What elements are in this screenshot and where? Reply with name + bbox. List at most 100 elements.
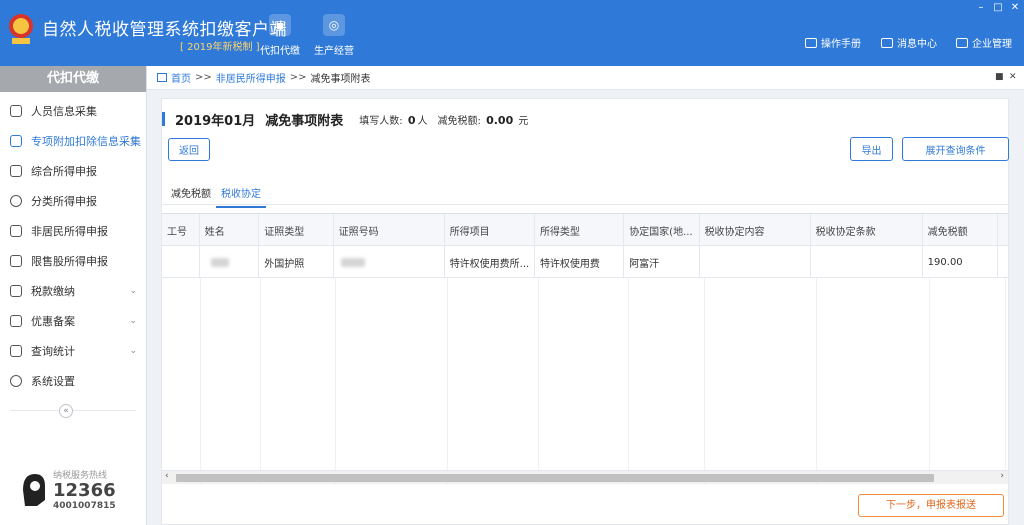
sidebar-item-tax-payment[interactable]: 税款缴纳 ⌄ bbox=[0, 276, 146, 306]
sidebar-item-restricted-shares[interactable]: 限售股所得申报 bbox=[0, 246, 146, 276]
sidebar-item-person-info[interactable]: 人员信息采集 bbox=[0, 96, 146, 126]
sidebar-divider bbox=[10, 410, 136, 411]
col-name: 姓名 bbox=[200, 214, 260, 246]
tax-reduction-unit: 元 bbox=[518, 115, 529, 127]
column-line bbox=[929, 278, 930, 485]
breadcrumb-separator: >> bbox=[289, 72, 307, 83]
col-id-type: 证照类型 bbox=[259, 214, 334, 246]
horizontal-scrollbar[interactable]: ‹ › bbox=[162, 470, 1008, 484]
search-list-icon bbox=[10, 345, 22, 357]
building-icon bbox=[956, 37, 968, 48]
col-income-type: 所得类型 bbox=[535, 214, 625, 246]
breadcrumb-home[interactable]: 首页 bbox=[171, 70, 191, 85]
fill-count-label: 填写人数: bbox=[359, 115, 403, 127]
nav-business-label: 生产经营 bbox=[314, 46, 354, 57]
col-treaty-country: 协定国家(地... bbox=[624, 214, 700, 246]
column-line bbox=[816, 278, 817, 485]
column-line bbox=[628, 278, 629, 485]
link-messages[interactable]: 消息中心 bbox=[881, 35, 937, 50]
fill-count-value: 0 bbox=[407, 113, 416, 127]
app-title: 自然人税收管理系统扣缴客户端 bbox=[42, 20, 287, 40]
table-header: 工号 姓名 证照类型 证照号码 所得项目 所得类型 协定国家(地... 税收协定… bbox=[162, 214, 1008, 246]
breadcrumb-current: 减免事项附表 bbox=[310, 74, 371, 85]
sidebar-item-preferential[interactable]: 优惠备案 ⌄ bbox=[0, 306, 146, 336]
period-label: 2019年01月 bbox=[175, 113, 256, 129]
chevron-down-icon: ⌄ bbox=[129, 136, 137, 146]
redacted-id-number bbox=[340, 257, 365, 267]
tax-reduction-value: 0.00 bbox=[486, 113, 514, 127]
link-enterprise[interactable]: 企业管理 bbox=[956, 35, 1012, 50]
cell-overflow bbox=[998, 246, 1008, 278]
hotline-number: 12366 bbox=[53, 480, 116, 501]
col-id-number: 证照号码 bbox=[334, 214, 445, 246]
col-employee-id: 工号 bbox=[162, 214, 200, 246]
column-line bbox=[260, 278, 261, 485]
manual-icon bbox=[805, 37, 817, 48]
chevron-down-icon: ⌄ bbox=[129, 316, 137, 326]
tax-reduction: 减免税额: 0.00 元 bbox=[438, 112, 529, 127]
sidebar-item-label: 系统设置 bbox=[31, 375, 75, 388]
tab-divider bbox=[162, 204, 1008, 205]
app-subtitle: [ 2019年新税制 ] bbox=[180, 42, 260, 53]
cell-treaty-content bbox=[700, 246, 811, 278]
person-icon bbox=[10, 105, 22, 117]
collapse-sidebar-icon[interactable]: « bbox=[59, 404, 73, 418]
breadcrumb-parent[interactable]: 非居民所得申报 bbox=[216, 70, 286, 85]
wallet-icon: ▣ bbox=[269, 14, 291, 36]
sidebar-item-label: 人员信息采集 bbox=[31, 105, 97, 118]
close-tab-icon[interactable]: ✕ bbox=[1009, 72, 1017, 82]
data-table: 工号 姓名 证照类型 证照号码 所得项目 所得类型 协定国家(地... 税收协定… bbox=[162, 213, 1008, 485]
mail-icon bbox=[881, 37, 893, 48]
next-step-submit-button[interactable]: 下一步，申报表报送 bbox=[858, 494, 1004, 517]
title-marker bbox=[162, 112, 165, 126]
title-bar: 自然人税收管理系统扣缴客户端 [ 2019年新税制 ] ▣ 代扣代缴 ◎ 生产经… bbox=[0, 0, 1024, 66]
sidebar-item-query[interactable]: 查询统计 ⌄ bbox=[0, 336, 146, 366]
list-icon bbox=[10, 135, 22, 147]
sidebar-item-label: 综合所得申报 bbox=[31, 165, 97, 178]
maximize-icon[interactable]: □ bbox=[992, 2, 1004, 13]
scroll-left-icon[interactable]: ‹ bbox=[165, 471, 169, 481]
col-treaty-content: 税收协定内容 bbox=[700, 214, 811, 246]
expand-query-button[interactable]: 展开查询条件 bbox=[902, 137, 1009, 161]
hotline-number-alt: 4001007815 bbox=[53, 501, 116, 511]
sidebar-item-classified[interactable]: 分类所得申报 bbox=[0, 186, 146, 216]
fill-count-unit: 人 bbox=[417, 115, 428, 127]
sidebar: 代扣代缴 人员信息采集 专项附加扣除信息采集 ⌄ 综合所得申报 分类所得申报 非居… bbox=[0, 66, 147, 525]
link-enterprise-label: 企业管理 bbox=[972, 39, 1012, 50]
sidebar-item-special-deduction[interactable]: 专项附加扣除信息采集 ⌄ bbox=[0, 126, 146, 156]
back-button[interactable]: 返回 bbox=[168, 138, 210, 161]
gear-icon bbox=[10, 375, 22, 387]
restore-panel-icon[interactable]: ■ bbox=[995, 72, 1004, 82]
scroll-right-icon[interactable]: › bbox=[1000, 471, 1004, 481]
column-line bbox=[704, 278, 705, 485]
table-row[interactable]: 外国护照 特许权使用费所... 特许权使用费 阿富汗 190.00 bbox=[162, 246, 1008, 278]
sidebar-header: 代扣代缴 bbox=[0, 66, 146, 92]
sidebar-item-nonresident[interactable]: 非居民所得申报 bbox=[0, 216, 146, 246]
sidebar-item-label: 专项附加扣除信息采集 bbox=[31, 135, 141, 148]
cell-tax-reduction: 190.00 bbox=[923, 246, 999, 278]
nav-withholding[interactable]: ▣ 代扣代缴 bbox=[258, 14, 302, 57]
minimize-icon[interactable]: – bbox=[975, 2, 987, 13]
column-line bbox=[447, 278, 448, 485]
cell-id-number bbox=[334, 246, 445, 278]
sidebar-item-comprehensive[interactable]: 综合所得申报 bbox=[0, 156, 146, 186]
link-messages-label: 消息中心 bbox=[897, 39, 937, 50]
breadcrumb-separator: >> bbox=[195, 72, 212, 83]
col-treaty-clause: 税收协定条款 bbox=[811, 214, 923, 246]
col-tax-reduction: 减免税额 bbox=[923, 214, 999, 246]
fill-count: 填写人数: 0人 bbox=[359, 112, 427, 127]
link-manual[interactable]: 操作手册 bbox=[805, 35, 861, 50]
column-line bbox=[1005, 278, 1006, 485]
export-button[interactable]: 导出 bbox=[850, 137, 893, 161]
chevron-down-icon: ⌄ bbox=[129, 346, 137, 356]
nav-business[interactable]: ◎ 生产经营 bbox=[312, 14, 356, 57]
page-title: 减免事项附表 bbox=[265, 113, 344, 129]
column-line bbox=[538, 278, 539, 485]
tax-emblem-icon bbox=[9, 14, 33, 44]
user-icon bbox=[10, 225, 22, 237]
sidebar-item-settings[interactable]: 系统设置 bbox=[0, 366, 146, 396]
sidebar-item-label: 优惠备案 bbox=[31, 315, 75, 328]
scrollbar-thumb[interactable] bbox=[176, 474, 934, 482]
col-income-item: 所得项目 bbox=[445, 214, 535, 246]
close-icon[interactable]: ✕ bbox=[1009, 2, 1021, 13]
